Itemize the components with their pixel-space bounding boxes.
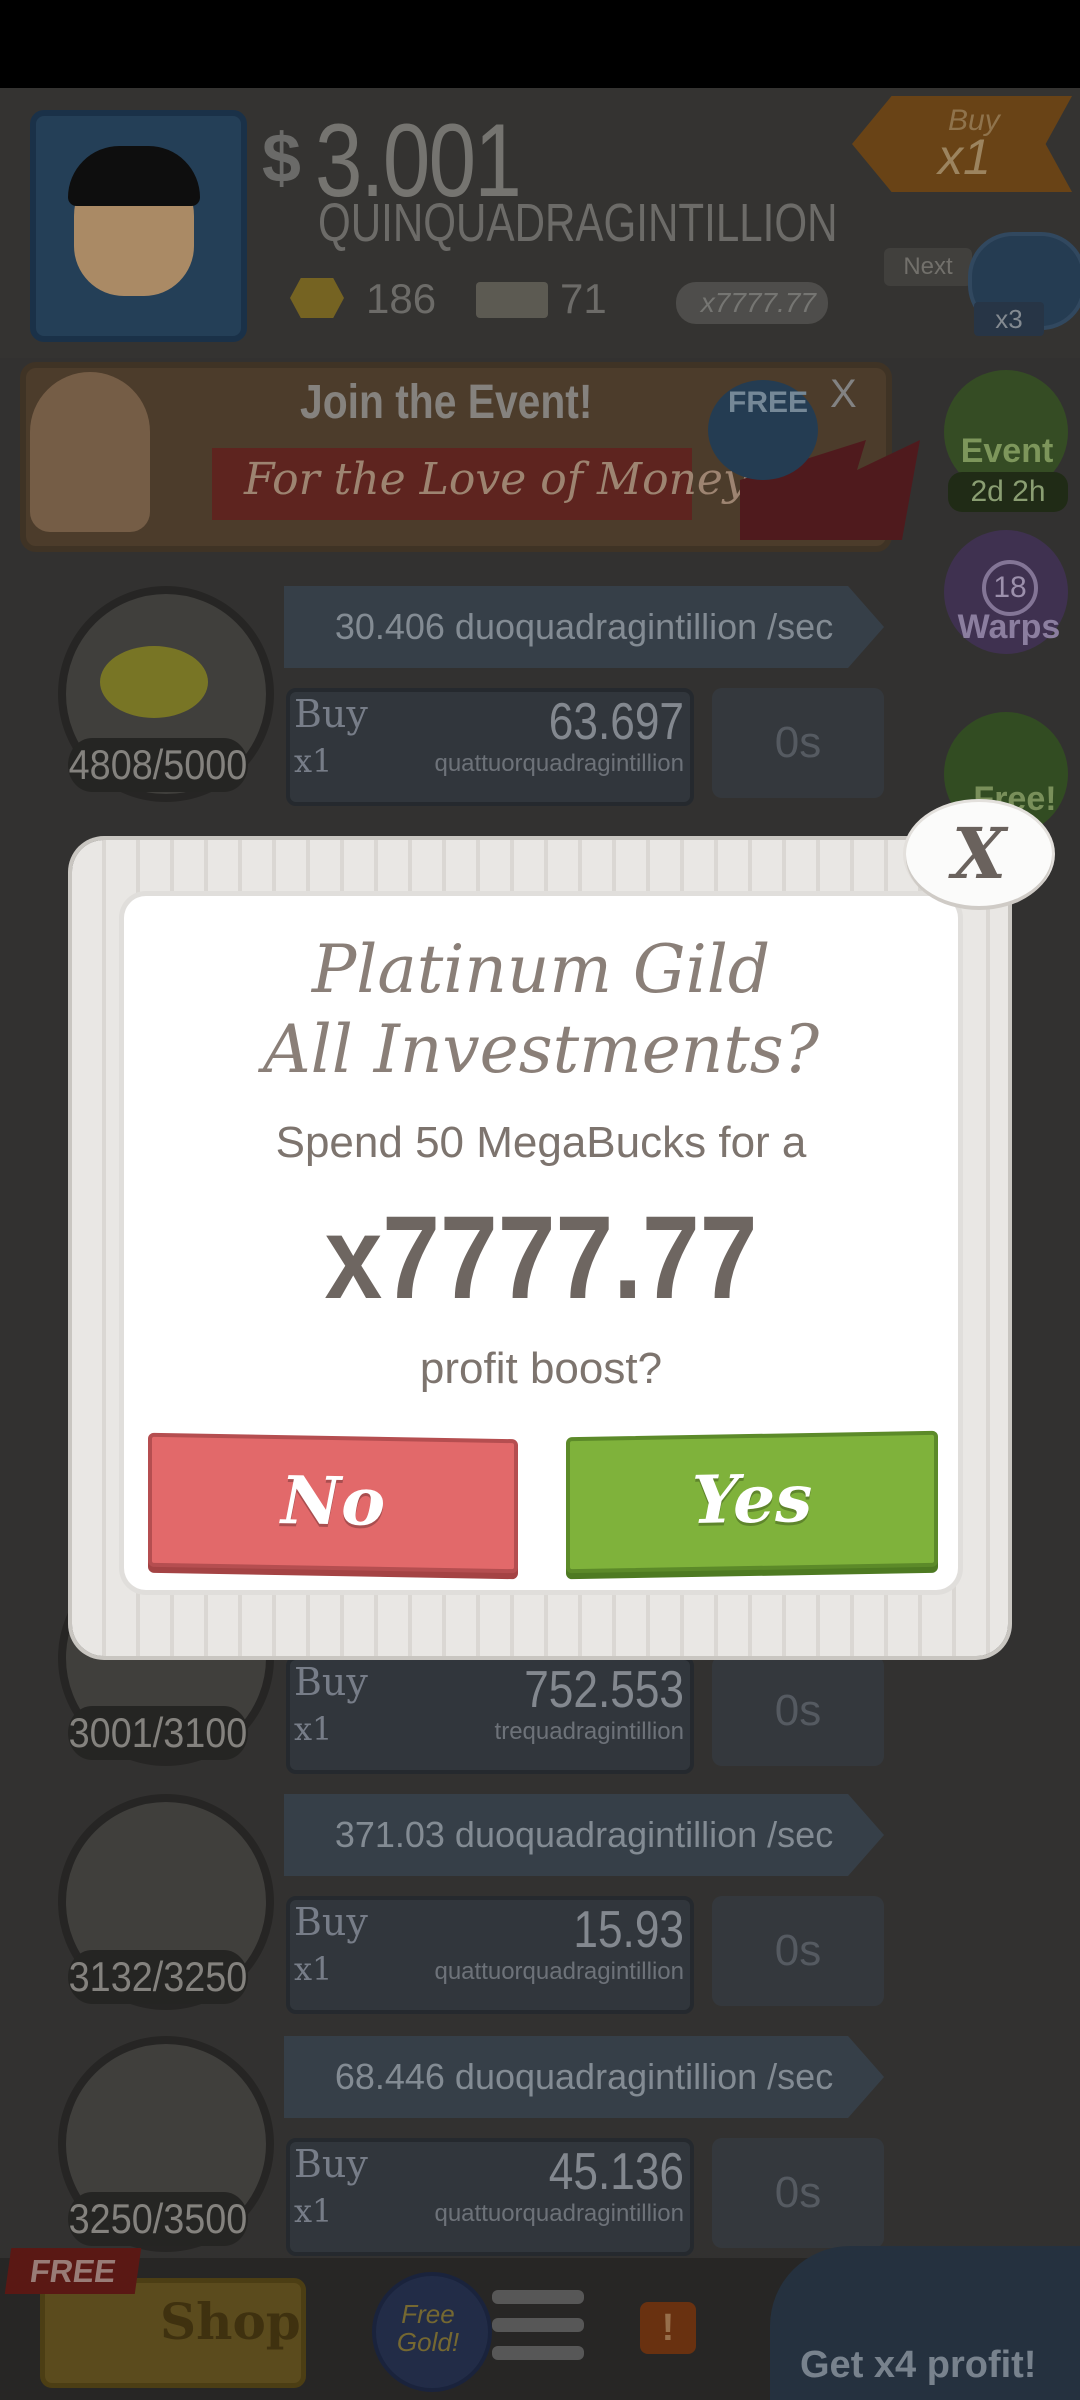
dialog-profit-text: profit boost?: [419, 1344, 663, 1393]
buy-tag-value: x1: [938, 129, 991, 185]
event-banner-subtitle: For the Love of Money: [244, 454, 748, 505]
free-badge-text: FREE: [728, 386, 809, 419]
money-unit: QUINQUADRAGINTILLION: [318, 193, 838, 253]
yes-button[interactable]: Yes: [566, 1430, 938, 1574]
dialog-title: Platinum Gild All Investments?: [124, 930, 958, 1090]
gold-count: 186: [366, 275, 437, 322]
dialog-close-button[interactable]: X: [906, 802, 1052, 906]
multiplier-ticket: x7777.77: [676, 282, 828, 324]
chef-character: [30, 372, 150, 532]
buy-unit: quattuorquadragintillion: [434, 1958, 684, 1985]
warps-label: Warps: [957, 608, 1061, 646]
next-label: Next: [884, 248, 972, 286]
close-icon: X: [951, 812, 1007, 895]
event-banner-title: Join the Event!: [300, 376, 593, 429]
x4-profit-label: Get x4 profit!: [800, 2344, 1037, 2386]
business-count: 3132/3250: [68, 1950, 248, 2004]
dialog-title-line1: Platinum Gild: [311, 931, 771, 1008]
business-rate: 30.406 duoquadragintillion /sec: [284, 586, 884, 668]
event-label: Event: [960, 432, 1054, 470]
buy-unit: trequadragintillion: [494, 1718, 684, 1745]
dialog-title-line2: All Investments?: [262, 1011, 820, 1088]
no-button[interactable]: No: [148, 1432, 518, 1574]
buy-multiplier: x1: [294, 2192, 333, 2230]
business-count: 3001/3100: [68, 1706, 248, 1760]
buy-unit: quattuorquadragintillion: [434, 750, 684, 777]
avatar[interactable]: [30, 110, 247, 342]
buy-cost: 752.553: [524, 1661, 684, 1719]
no-button-label: No: [280, 1461, 386, 1541]
status-bar: [0, 0, 1080, 88]
buy-cost: 63.697: [548, 693, 684, 751]
buy-multiplier: x1: [294, 742, 333, 780]
business-timer: 0s: [712, 1896, 884, 2006]
banner-close-button[interactable]: X: [830, 372, 857, 417]
business-timer: 0s: [712, 2138, 884, 2248]
menu-icon[interactable]: [492, 2290, 584, 2370]
currency-symbol: $: [262, 119, 301, 197]
buy-cost: 45.136: [548, 2143, 684, 2201]
free-ribbon: FREE: [4, 2248, 142, 2294]
yes-button-label: Yes: [691, 1458, 813, 1540]
buy-multiplier: x1: [294, 1950, 333, 1988]
business-count: 3250/3500: [68, 2192, 248, 2246]
buy-label: Buy: [294, 2142, 368, 2186]
business-rate: 371.03 duoquadragintillion /sec: [284, 1794, 884, 1876]
buy-label: Buy: [294, 692, 368, 736]
gold-icon: [290, 278, 344, 318]
buy-unit: quattuorquadragintillion: [434, 2200, 684, 2227]
shop-label: Shop: [160, 2292, 301, 2351]
free-gold-label: Free Gold!: [396, 2299, 460, 2357]
alert-badge: !: [640, 2302, 696, 2354]
event-timer: 2d 2h: [948, 472, 1068, 512]
tickets-count: 71: [560, 275, 607, 322]
lemon-icon: [100, 646, 208, 718]
buy-multiplier: x1: [294, 1710, 333, 1748]
business-rate: 68.446 duoquadragintillion /sec: [284, 2036, 884, 2118]
dialog-spend-text: Spend 50 MegaBucks for a: [275, 1118, 807, 1167]
ticket-icon: [476, 282, 548, 318]
business-count: 4808/5000: [68, 738, 248, 792]
buy-cost: 15.93: [573, 1901, 684, 1959]
business-timer: 0s: [712, 1656, 884, 1766]
next-multiplier: x3: [974, 302, 1044, 336]
buy-label: Buy: [294, 1660, 368, 1704]
buy-label: Buy: [294, 1900, 368, 1944]
business-timer: 0s: [712, 688, 884, 798]
dialog-multiplier: x7777.77: [324, 1192, 758, 1324]
